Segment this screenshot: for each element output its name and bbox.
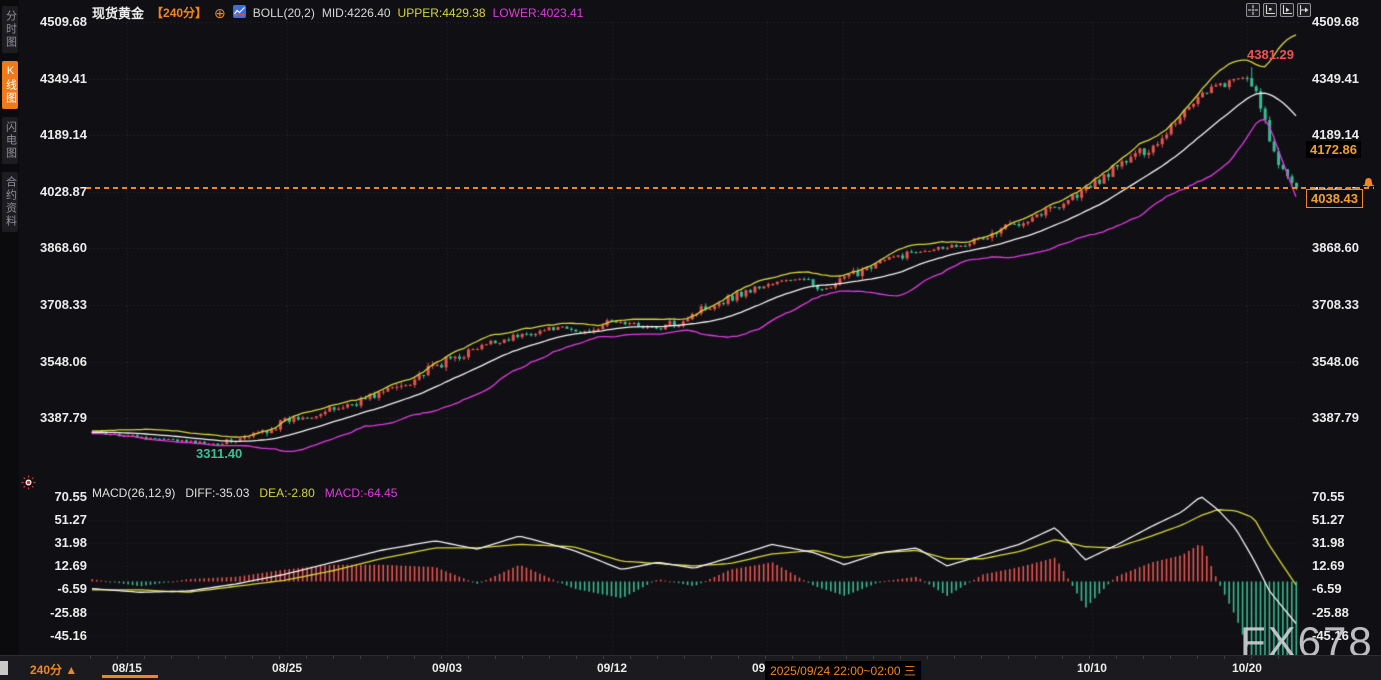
sidebar-item-time-chart[interactable]: 分时图 — [2, 6, 18, 53]
macd-macd-value: MACD:-64.45 — [325, 486, 398, 500]
price-axis-label: 3868.60 — [40, 240, 87, 255]
add-compare-icon[interactable]: ⊕ — [214, 7, 226, 19]
time-axis-label: 2025/09/24 22:00~02:00 三 — [765, 661, 921, 680]
macd-indicator-label[interactable]: MACD(26,12,9) — [92, 486, 175, 500]
swing-high-marker: 4381.29 — [1247, 47, 1294, 62]
chart-toolbar — [1246, 3, 1311, 17]
time-axis-label: 09/12 — [597, 661, 627, 675]
macd-axis-label: 31.98 — [54, 535, 87, 550]
sidebar-item-contract-info[interactable]: 合约资料 — [2, 172, 18, 232]
price-axis-label: 4349.41 — [1312, 71, 1359, 86]
sidebar-item-kline-chart[interactable]: K线图 — [2, 61, 18, 109]
macd-axis-label: 12.69 — [1312, 558, 1345, 573]
chart-type-icon[interactable] — [233, 5, 246, 21]
price-alert-bell-icon[interactable] — [1362, 176, 1375, 194]
live-blink-icon — [21, 475, 36, 495]
price-axis-label: 3548.06 — [1312, 354, 1359, 369]
macd-axis-label: 51.27 — [54, 512, 87, 527]
boll-mid-value: MID:4226.40 — [322, 6, 391, 20]
macd-axis-label: 12.69 — [54, 558, 87, 573]
play-forward-icon[interactable] — [1280, 3, 1294, 17]
macd-axis-label: -25.88 — [50, 605, 87, 620]
price-axis-label: 4349.41 — [40, 71, 87, 86]
macd-axis-label: 70.55 — [54, 489, 87, 504]
time-axis-label: 08/25 — [272, 661, 302, 675]
chart-canvas[interactable] — [0, 0, 1381, 680]
time-axis-label: 08/15 — [112, 661, 142, 675]
macd-diff-value: DIFF:-35.03 — [185, 486, 249, 500]
macd-axis-label: 70.55 — [1312, 489, 1345, 504]
time-axis-label: 10/20 — [1232, 661, 1262, 675]
sidebar: 分时图 K线图闪电图合约资料 — [0, 0, 19, 656]
macd-axis-label: 31.98 — [1312, 535, 1345, 550]
price-axis-label: 3708.33 — [40, 297, 87, 312]
price-axis-label: 4509.68 — [40, 14, 87, 29]
time-axis-bar: 240分 ▲ 08/1508/2509/0309/1209/222025/09/… — [0, 655, 1381, 680]
price-axis-label: 3708.33 — [1312, 297, 1359, 312]
scrollbar-corner[interactable] — [0, 661, 8, 675]
boll-indicator-label[interactable]: BOLL(20,2) — [253, 6, 315, 20]
crosshair-icon[interactable] — [1246, 3, 1260, 17]
macd-axis-label: -6.59 — [1312, 581, 1342, 596]
price-axis-label: 4189.14 — [1312, 127, 1359, 142]
boll-upper-value: UPPER:4429.38 — [398, 6, 486, 20]
macd-header: MACD(26,12,9) DIFF:-35.03 DEA:-2.80 MACD… — [92, 486, 397, 500]
macd-axis-label: 51.27 — [1312, 512, 1345, 527]
price-tag-upper: 4172.86 — [1306, 141, 1361, 158]
price-axis-label: 3548.06 — [40, 354, 87, 369]
price-axis-label: 3387.79 — [1312, 410, 1359, 425]
symbol-title: 现货黄金 — [92, 3, 144, 22]
chart-header: 现货黄金【240分】 ⊕ BOLL(20,2) MID:4226.40 UPPE… — [92, 3, 583, 22]
period-low-marker: 3311.40 — [196, 446, 242, 461]
price-axis-label: 4509.68 — [1312, 14, 1359, 29]
period-selector[interactable]: 240分 ▲ — [30, 661, 77, 678]
sidebar-item-flash-chart[interactable]: 闪电图 — [2, 117, 18, 164]
macd-dea-value: DEA:-2.80 — [259, 486, 314, 500]
time-axis-ticks — [90, 656, 1302, 659]
price-tag-last: 4038.43 — [1306, 189, 1363, 208]
price-axis-label: 3387.79 — [40, 410, 87, 425]
period-badge[interactable]: 【240分】 — [151, 4, 207, 21]
macd-axis-label: -45.16 — [50, 628, 87, 643]
goto-latest-icon[interactable] — [1297, 3, 1311, 17]
price-axis-right: 4509.684349.414189.144028.873868.603708.… — [1312, 0, 1381, 660]
macd-axis-label: -6.59 — [57, 581, 87, 596]
price-axis-label: 3868.60 — [1312, 240, 1359, 255]
axis-scale-icon[interactable] — [1263, 3, 1277, 17]
time-axis-label: 09/03 — [432, 661, 462, 675]
scrollbar-thumb[interactable] — [102, 675, 158, 678]
time-axis-label: 10/10 — [1077, 661, 1107, 675]
price-axis-label: 4189.14 — [40, 127, 87, 142]
price-axis-label: 4028.87 — [40, 184, 87, 199]
boll-lower-value: LOWER:4023.41 — [493, 6, 584, 20]
trading-app: 分时图 K线图闪电图合约资料 现货黄金【240分】 ⊕ BOLL(20,2) MI… — [0, 0, 1381, 680]
